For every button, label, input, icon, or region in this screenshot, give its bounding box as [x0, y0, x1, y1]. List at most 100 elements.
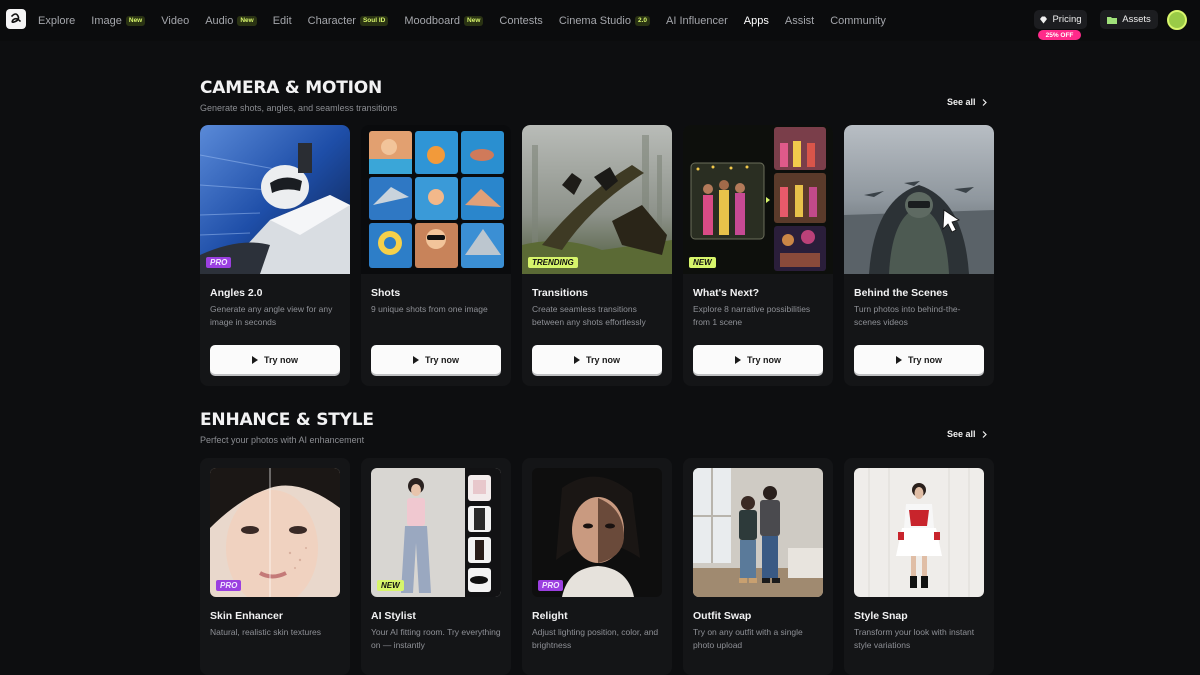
pro-tag: PRO [206, 257, 232, 268]
new-badge: New [125, 15, 146, 26]
try-now-button[interactable]: Try now [210, 345, 340, 374]
button-label: Try now [585, 354, 620, 365]
app-card-behind-the-scenes[interactable]: Behind the Scenes Turn photos into behin… [844, 125, 994, 386]
couple-room-image [693, 468, 823, 597]
chevron-right-icon [982, 98, 987, 106]
card-thumbnail [532, 468, 662, 597]
assets-button[interactable]: Assets [1100, 10, 1158, 29]
nav-item-assist[interactable]: Assist [785, 15, 814, 27]
card-title: Style Snap [854, 610, 908, 622]
new-badge: New [464, 15, 484, 26]
card-title: What's Next? [693, 287, 760, 299]
nav-item-edit[interactable]: Edit [273, 15, 292, 27]
nav-label: Explore [38, 14, 76, 27]
app-card-skin-enhancer[interactable]: PRO Skin Enhancer Natural, realistic ski… [200, 458, 350, 675]
nav-item-cinema-studio[interactable]: Cinema Studio 2.0 [558, 14, 651, 27]
try-now-button[interactable]: Try now [693, 345, 823, 374]
card-description: Adjust lighting position, color, and bri… [532, 627, 659, 650]
app-card-style-snap[interactable]: Style Snap Transform your look with inst… [844, 458, 994, 675]
nav-label: Contests [499, 14, 543, 27]
see-all-link-enhance-style[interactable]: See all [947, 429, 987, 439]
app-card-transitions[interactable]: TRENDING Transitions Create seamless tra… [522, 125, 672, 386]
try-now-button[interactable]: Try now [532, 345, 662, 374]
section-title-enhance-style: ENHANCE & STYLE [200, 410, 374, 430]
folder-icon [1107, 16, 1118, 24]
nav-item-character[interactable]: Character Soul ID [308, 15, 389, 27]
nav-item-explore[interactable]: Explore [38, 15, 75, 27]
card-title: Shots [371, 287, 401, 299]
card-thumbnail [683, 125, 833, 274]
relight-portrait-image [532, 468, 662, 597]
card-description: Natural, realistic skin textures [210, 627, 322, 637]
app-card-relight[interactable]: PRO Relight Adjust lighting position, co… [522, 458, 672, 675]
nav-label: Video [161, 14, 190, 27]
card-description: Try on any outfit with a single photo up… [693, 627, 803, 650]
card-thumbnail [854, 468, 984, 597]
button-label: Try now [424, 354, 459, 365]
play-icon [412, 355, 419, 364]
studio-model-image [854, 468, 984, 597]
app-card-outfit-swap[interactable]: Outfit Swap Try on any outfit with a sin… [683, 458, 833, 675]
nav-label: Audio [205, 14, 234, 27]
pricing-button[interactable]: Pricing [1034, 10, 1087, 29]
top-navigation-bar: Explore Image New Video Audio New Edit Cha… [0, 0, 1200, 41]
play-icon [251, 355, 258, 364]
try-now-button[interactable]: Try now [371, 345, 501, 374]
nav-label: Apps [743, 14, 769, 27]
nav-item-contests[interactable]: Contests [499, 15, 542, 27]
card-description: Explore 8 narrative possibilities from 1… [693, 304, 811, 327]
version-badge: 2.0 [634, 15, 651, 26]
card-thumbnail [200, 125, 350, 274]
nav-item-community[interactable]: Community [830, 15, 886, 27]
nav-item-video[interactable]: Video [161, 15, 189, 27]
card-title: AI Stylist [371, 610, 416, 622]
play-icon [573, 355, 580, 364]
nav-label: Moodboard [404, 14, 461, 27]
nav-label: Image [91, 14, 122, 27]
nav-label: AI Influencer [666, 14, 728, 27]
chevron-right-icon [982, 430, 987, 438]
app-card-whats-next[interactable]: NEW What's Next? Explore 8 narrative pos… [683, 125, 833, 386]
trending-tag: TRENDING [528, 257, 578, 268]
skin-portrait-image [210, 468, 340, 597]
nav-item-ai-influencer[interactable]: AI Influencer [666, 15, 728, 27]
card-description: 9 unique shots from one image [371, 304, 488, 314]
card-title: Outfit Swap [693, 610, 752, 622]
app-card-angles[interactable]: PRO Angles 2.0 Generate any angle view f… [200, 125, 350, 386]
app-card-shots[interactable]: Shots 9 unique shots from one image Try … [361, 125, 511, 386]
user-avatar[interactable] [1167, 10, 1187, 30]
card-thumbnail [693, 468, 823, 597]
nav-label: Edit [272, 14, 292, 27]
section-subtitle: Generate shots, angles, and seamless tra… [200, 103, 398, 113]
discount-badge[interactable]: 25% OFF [1038, 30, 1081, 40]
try-now-button[interactable]: Try now [854, 345, 984, 374]
nav-item-image[interactable]: Image New [91, 14, 146, 27]
card-thumbnail [210, 468, 340, 597]
nav-label: Cinema Studio [558, 14, 631, 27]
card-title: Relight [532, 610, 568, 622]
button-label: Try now [746, 354, 781, 365]
app-logo[interactable] [6, 9, 26, 29]
nav-item-moodboard[interactable]: Moodboard New [404, 14, 484, 27]
nav-label: Community [830, 14, 886, 27]
assets-label: Assets [1122, 14, 1151, 25]
card-description: Create seamless transitions between any … [532, 304, 646, 327]
new-tag: NEW [377, 580, 404, 591]
new-badge: New [237, 15, 257, 26]
diamond-icon [1040, 16, 1048, 23]
card-description: Turn photos into behind-the-scenes video… [854, 304, 961, 327]
see-all-link-camera-motion[interactable]: See all [947, 97, 987, 107]
section-subtitle: Perfect your photos with AI enhancement [200, 435, 365, 445]
play-icon [734, 355, 741, 364]
stylist-image [371, 468, 501, 597]
card-thumbnail [371, 468, 501, 597]
nav-item-apps[interactable]: Apps [744, 15, 769, 27]
jet-cockpit-image [844, 125, 994, 274]
new-tag: NEW [689, 257, 716, 268]
see-all-label: See all [947, 429, 976, 439]
nav-item-audio[interactable]: Audio New [205, 15, 257, 27]
card-title: Skin Enhancer [210, 610, 283, 622]
nav-label: Character [307, 14, 356, 27]
app-card-ai-stylist[interactable]: NEW AI Stylist Your AI fitting room. Try… [361, 458, 511, 675]
pro-tag: PRO [216, 580, 242, 591]
